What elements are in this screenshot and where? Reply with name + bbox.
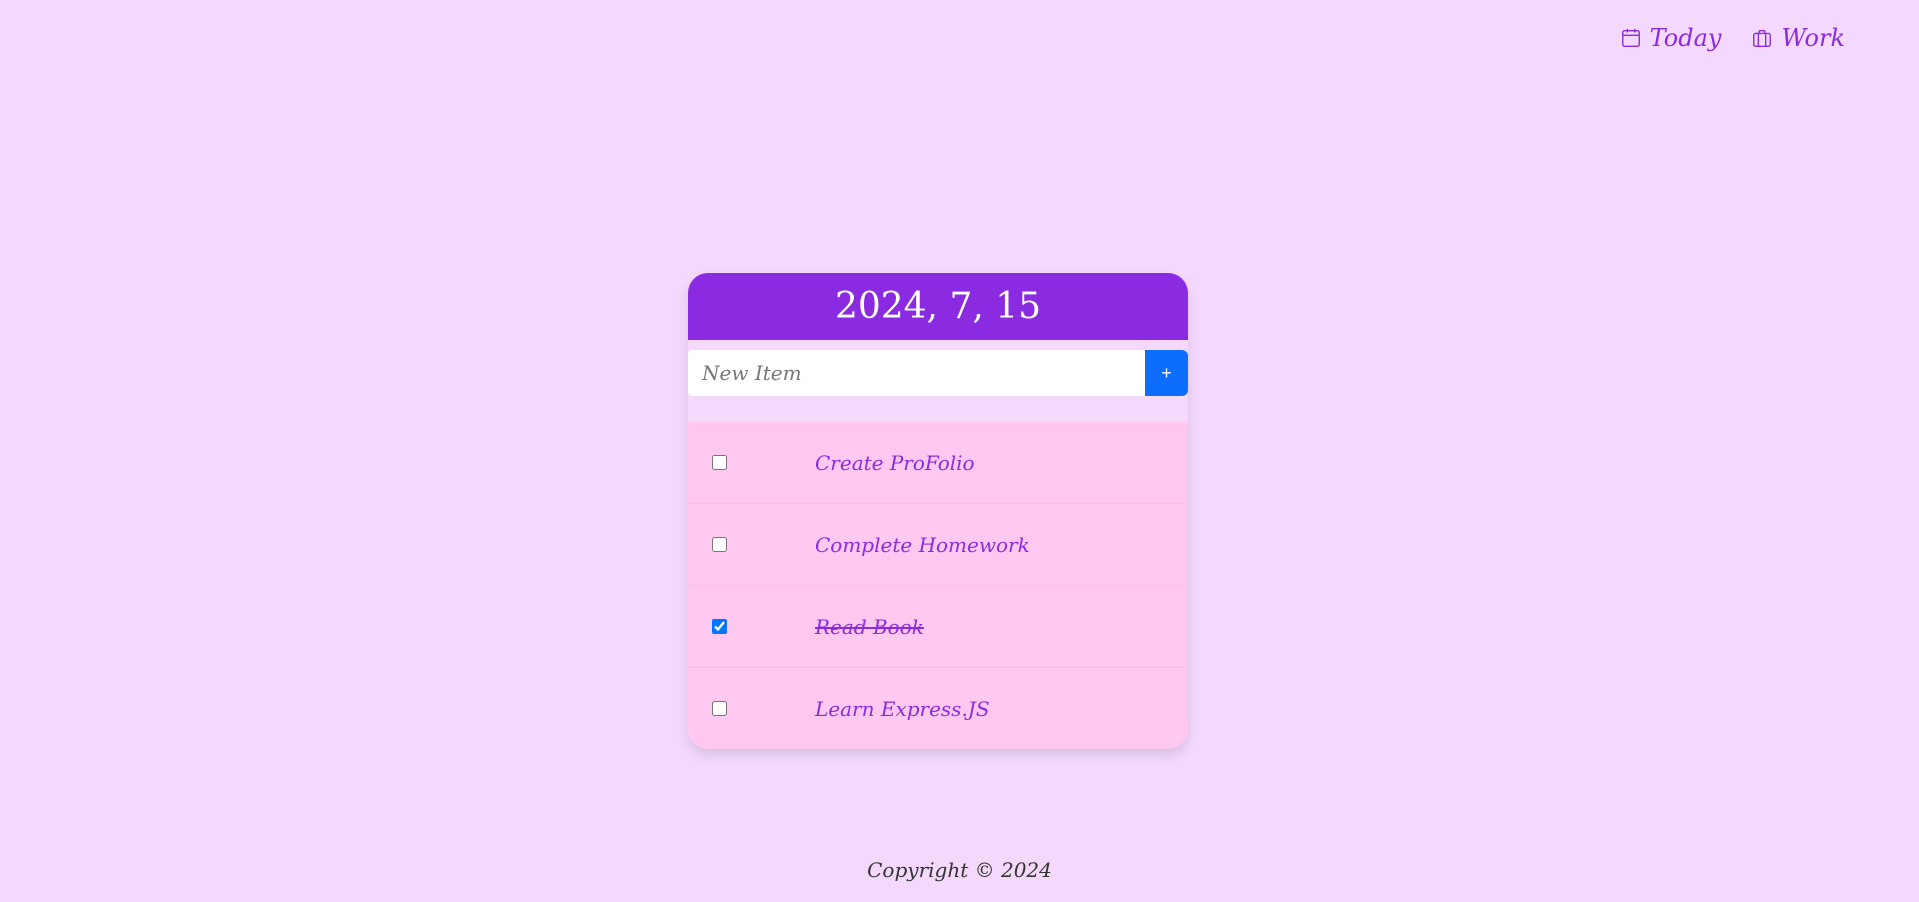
top-nav: Today Work <box>1620 24 1845 52</box>
nav-link-label: Today <box>1649 24 1722 52</box>
item-label: Complete Homework <box>815 532 1030 557</box>
item-label: Create ProFolio <box>815 450 975 475</box>
item-checkbox[interactable] <box>712 701 727 716</box>
calendar-icon <box>1621 28 1640 47</box>
nav-link-label: Work <box>1781 24 1845 52</box>
nav-link-today[interactable]: Today <box>1620 24 1722 52</box>
new-item-input[interactable] <box>688 350 1145 396</box>
todo-card: 2024, 7, 15 + Create ProFolio Complete H… <box>688 273 1188 749</box>
add-item-button[interactable]: + <box>1145 350 1188 396</box>
list-item: Read Book <box>688 586 1188 668</box>
new-item-form: + <box>688 350 1188 396</box>
item-checkbox[interactable] <box>712 537 727 552</box>
list-item: Create ProFolio <box>688 422 1188 504</box>
item-label: Read Book <box>815 614 924 639</box>
todo-list: Create ProFolio Complete Homework Read B… <box>688 422 1188 749</box>
list-item: Complete Homework <box>688 504 1188 586</box>
footer-copyright: Copyright © 2024 <box>867 858 1052 882</box>
list-item: Learn Express.JS <box>688 668 1188 749</box>
date-header: 2024, 7, 15 <box>688 273 1188 340</box>
item-checkbox[interactable] <box>712 455 727 470</box>
briefcase-icon <box>1753 29 1772 47</box>
item-checkbox[interactable] <box>712 619 727 634</box>
item-label: Learn Express.JS <box>815 696 990 721</box>
nav-link-work[interactable]: Work <box>1751 24 1845 52</box>
